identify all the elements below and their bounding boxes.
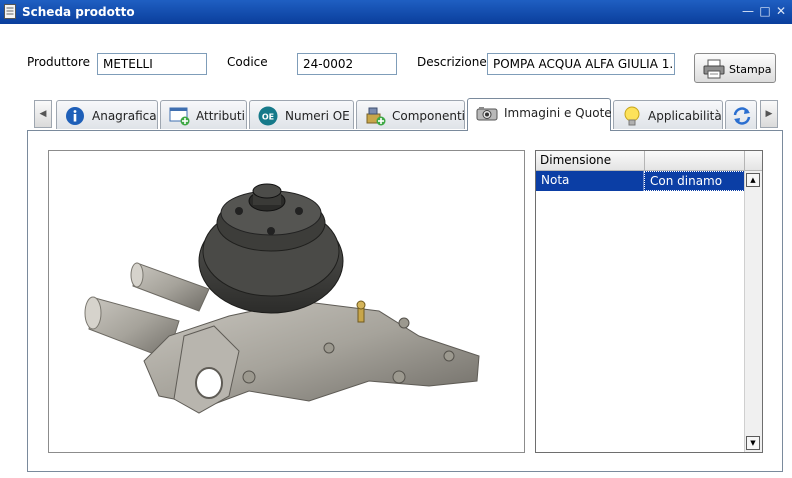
dimensions-grid[interactable]: Dimensione Nota Con dinamo ▲ ▼ [535, 150, 763, 453]
produttore-label: Produttore [27, 55, 91, 69]
minimize-icon[interactable]: — [741, 4, 755, 18]
grid-scrollbar[interactable]: ▲ ▼ [744, 171, 762, 452]
close-icon[interactable]: ✕ [774, 4, 788, 18]
maximize-icon[interactable]: □ [758, 4, 772, 18]
tab-attributi-label: Attributi [196, 109, 245, 123]
tab-componenti-label: Componenti [392, 109, 466, 123]
window-title: Scheda prodotto [22, 5, 135, 19]
tab-numeri-oe[interactable]: OE Numeri OE [249, 100, 354, 129]
table-row[interactable]: Nota Con dinamo [536, 171, 745, 191]
refresh-icon [733, 107, 751, 125]
tab-refresh[interactable] [725, 100, 757, 129]
tab-immagini-e-quote[interactable]: Immagini e Quote [467, 98, 612, 131]
codice-field[interactable]: 24-0002 [297, 53, 397, 75]
scroll-down-icon[interactable]: ▼ [746, 436, 760, 450]
cell-valore[interactable]: Con dinamo [644, 171, 745, 191]
tab-scroll-right[interactable]: ▶ [760, 100, 778, 128]
tab-applicabilita[interactable]: Applicabilità [613, 100, 723, 129]
cell-dimensione[interactable]: Nota [536, 171, 644, 191]
tab-immagini-e-quote-label: Immagini e Quote [504, 106, 612, 120]
tab-anagrafica[interactable]: Anagrafica [56, 100, 158, 129]
tab-attributi[interactable]: Attributi [160, 100, 247, 129]
title-bar: Scheda prodotto — □ ✕ [0, 0, 792, 24]
camera-icon [476, 107, 498, 121]
codice-label: Codice [227, 55, 268, 69]
tab-numeri-oe-label: Numeri OE [285, 109, 350, 123]
scroll-up-icon[interactable]: ▲ [746, 173, 760, 187]
descrizione-field[interactable]: POMPA ACQUA ALFA GIULIA 1.3 [487, 53, 675, 75]
tab-anagrafica-label: Anagrafica [92, 109, 157, 123]
tab-bar: ◀ Anagrafica Attributi OE Numeri OE Comp… [30, 98, 784, 131]
document-icon [4, 4, 16, 19]
components-icon [366, 107, 386, 126]
tab-scroll-left[interactable]: ◀ [34, 100, 52, 128]
info-icon [66, 107, 84, 125]
lightbulb-icon [624, 106, 640, 126]
product-image-frame [48, 150, 525, 453]
window-add-icon [169, 107, 190, 126]
stampa-button[interactable]: Stampa [694, 53, 776, 83]
stampa-label: Stampa [729, 63, 772, 76]
descrizione-label: Descrizione [417, 55, 487, 69]
oe-icon: OE [258, 106, 278, 126]
water-pump-photo [84, 183, 480, 414]
grid-header-corner [745, 151, 762, 171]
printer-icon [703, 59, 725, 79]
tab-componenti[interactable]: Componenti [356, 100, 465, 129]
tab-applicabilita-label: Applicabilità [648, 109, 722, 123]
svg-text:OE: OE [262, 113, 274, 122]
produttore-field[interactable]: METELLI [97, 53, 207, 75]
column-header-valore[interactable] [645, 151, 745, 171]
column-header-dimensione[interactable]: Dimensione [536, 151, 645, 171]
